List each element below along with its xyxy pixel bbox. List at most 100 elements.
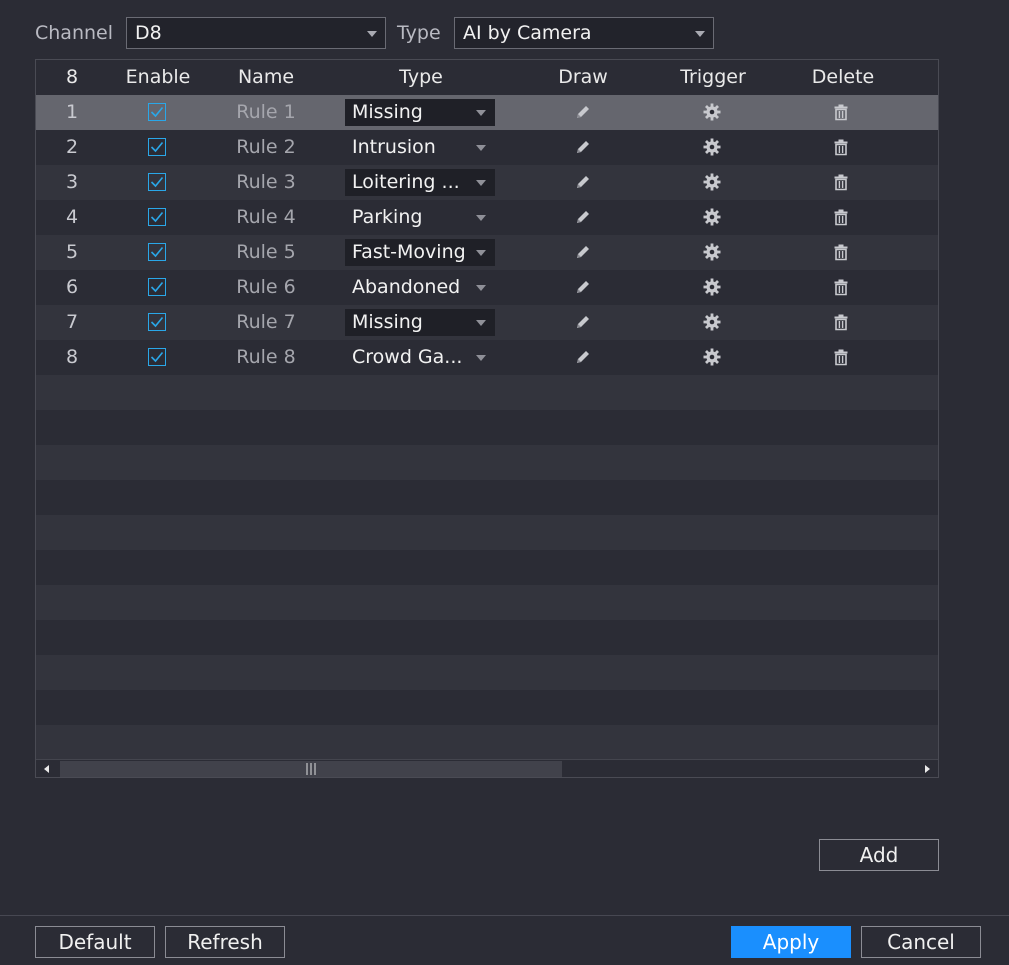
empty-row <box>36 375 938 410</box>
cancel-button[interactable]: Cancel <box>861 926 981 958</box>
channel-label: Channel <box>35 22 114 44</box>
rule-type-select[interactable]: Abandoned <box>345 274 495 301</box>
rule-type-select[interactable]: Crowd Ga... <box>345 344 495 371</box>
trash-icon[interactable] <box>821 340 861 375</box>
table-row[interactable]: 4 Rule 4 Parking <box>36 200 938 235</box>
chevron-down-icon <box>695 31 705 37</box>
chevron-down-icon <box>476 285 486 291</box>
pencil-icon[interactable] <box>563 340 603 375</box>
rule-type-select[interactable]: Fast-Moving <box>345 239 495 266</box>
pencil-icon[interactable] <box>563 235 603 270</box>
rule-type-select[interactable]: Parking <box>345 204 495 231</box>
rule-type-select[interactable]: Loitering ... <box>345 169 495 196</box>
gear-icon[interactable] <box>692 340 732 375</box>
trash-icon[interactable] <box>821 200 861 235</box>
enable-checkbox[interactable] <box>148 243 166 261</box>
channel-select[interactable]: D8 <box>126 17 386 49</box>
header-name: Name <box>237 66 295 88</box>
table-row[interactable]: 3 Rule 3 Loitering ... <box>36 165 938 200</box>
enable-checkbox[interactable] <box>148 348 166 366</box>
row-index: 6 <box>65 276 79 298</box>
gear-icon[interactable] <box>692 95 732 130</box>
header-trigger: Trigger <box>680 66 746 88</box>
horizontal-scrollbar[interactable] <box>36 759 938 777</box>
channel-select-value: D8 <box>135 22 162 44</box>
header-delete: Delete <box>811 66 875 88</box>
add-button[interactable]: Add <box>819 839 939 871</box>
enable-checkbox[interactable] <box>148 173 166 191</box>
apply-button[interactable]: Apply <box>731 926 851 958</box>
trash-icon[interactable] <box>821 270 861 305</box>
enable-checkbox[interactable] <box>148 103 166 121</box>
row-index: 4 <box>65 206 79 228</box>
chevron-down-icon <box>476 180 486 186</box>
grip-icon <box>306 763 316 775</box>
empty-row <box>36 725 938 760</box>
pencil-icon[interactable] <box>563 270 603 305</box>
rule-name: Rule 7 <box>236 311 296 333</box>
gear-icon[interactable] <box>692 200 732 235</box>
rule-type-select[interactable]: Missing <box>345 99 495 126</box>
empty-row <box>36 480 938 515</box>
gear-icon[interactable] <box>692 270 732 305</box>
scrollbar-thumb[interactable] <box>60 761 562 777</box>
rule-name: Rule 6 <box>236 276 296 298</box>
default-button[interactable]: Default <box>35 926 155 958</box>
table-header: 8 Enable Name Type Draw Trigger Delete <box>36 60 938 96</box>
trash-icon[interactable] <box>821 235 861 270</box>
gear-icon[interactable] <box>692 235 732 270</box>
rule-type-value: Intrusion <box>352 136 436 158</box>
enable-checkbox[interactable] <box>148 138 166 156</box>
type-select-value: AI by Camera <box>463 22 592 44</box>
row-index: 5 <box>65 241 79 263</box>
empty-row <box>36 515 938 550</box>
pencil-icon[interactable] <box>563 200 603 235</box>
trash-icon[interactable] <box>821 165 861 200</box>
empty-row <box>36 655 938 690</box>
header-type: Type <box>399 66 443 88</box>
rule-type-value: Missing <box>352 101 423 123</box>
enable-checkbox[interactable] <box>148 278 166 296</box>
rule-name: Rule 2 <box>236 136 296 158</box>
type-select[interactable]: AI by Camera <box>454 17 714 49</box>
row-index: 1 <box>65 101 79 123</box>
rule-type-value: Fast-Moving <box>352 241 466 263</box>
trash-icon[interactable] <box>821 305 861 340</box>
table-row[interactable]: 1 Rule 1 Missing <box>36 95 938 130</box>
table-row[interactable]: 2 Rule 2 Intrusion <box>36 130 938 165</box>
table-row[interactable]: 7 Rule 7 Missing <box>36 305 938 340</box>
rule-type-value: Missing <box>352 311 423 333</box>
scroll-right-icon[interactable] <box>916 760 938 777</box>
pencil-icon[interactable] <box>563 165 603 200</box>
rule-type-value: Crowd Ga... <box>352 346 463 368</box>
chevron-down-icon <box>476 320 486 326</box>
pencil-icon[interactable] <box>563 305 603 340</box>
header-enable: Enable <box>125 66 191 88</box>
table-row[interactable]: 6 Rule 6 Abandoned <box>36 270 938 305</box>
header-index: 8 <box>65 66 79 88</box>
chevron-down-icon <box>367 31 377 37</box>
empty-row <box>36 550 938 585</box>
empty-row <box>36 410 938 445</box>
gear-icon[interactable] <box>692 305 732 340</box>
pencil-icon[interactable] <box>563 130 603 165</box>
rule-type-value: Abandoned <box>352 276 461 298</box>
type-label: Type <box>397 22 441 44</box>
refresh-button[interactable]: Refresh <box>165 926 285 958</box>
trash-icon[interactable] <box>821 130 861 165</box>
rule-type-select[interactable]: Intrusion <box>345 134 495 161</box>
empty-row <box>36 585 938 620</box>
table-row[interactable]: 5 Rule 5 Fast-Moving <box>36 235 938 270</box>
enable-checkbox[interactable] <box>148 208 166 226</box>
table-row[interactable]: 8 Rule 8 Crowd Ga... <box>36 340 938 375</box>
trash-icon[interactable] <box>821 95 861 130</box>
scroll-left-icon[interactable] <box>36 760 58 777</box>
gear-icon[interactable] <box>692 165 732 200</box>
rule-type-select[interactable]: Missing <box>345 309 495 336</box>
enable-checkbox[interactable] <box>148 313 166 331</box>
chevron-down-icon <box>476 110 486 116</box>
empty-row <box>36 620 938 655</box>
gear-icon[interactable] <box>692 130 732 165</box>
row-index: 3 <box>65 171 79 193</box>
pencil-icon[interactable] <box>563 95 603 130</box>
